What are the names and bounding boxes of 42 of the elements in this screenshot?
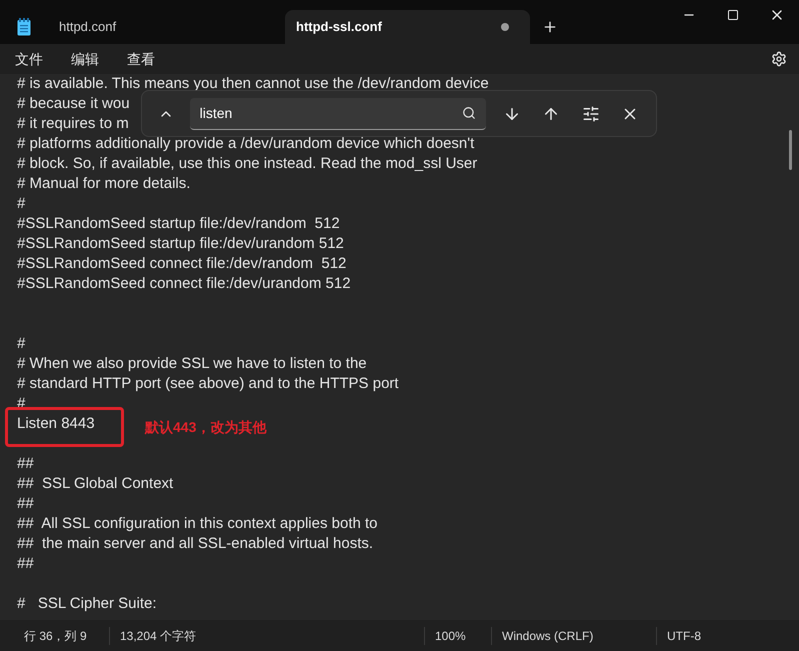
code-line: # bbox=[17, 335, 26, 352]
scrollbar-thumb[interactable] bbox=[789, 130, 792, 170]
code-line: ## SSL Global Context bbox=[17, 475, 174, 492]
code-line: # When we also provide SSL we have to listen to the bbox=[17, 355, 367, 372]
code-line: # bbox=[17, 195, 26, 212]
status-text: Windows (CRLF) bbox=[502, 628, 594, 644]
find-field[interactable]: listen bbox=[200, 102, 462, 124]
code-line: # SSL Cipher Suite: bbox=[17, 595, 157, 612]
code-line: #SSLRandomSeed connect file:/dev/random 512 bbox=[17, 255, 346, 272]
code-line: ## bbox=[17, 455, 34, 472]
file-tab[interactable]: httpd.conf bbox=[48, 10, 285, 44]
code-line: Listen 8443 bbox=[17, 415, 95, 432]
code-line: #SSLRandomSeed connect file:/dev/urandom 512 bbox=[17, 275, 351, 292]
sliders-icon bbox=[582, 104, 600, 122]
maximize-icon bbox=[727, 9, 739, 21]
code-line: # standard HTTP port (see above) and to the HTTPS port bbox=[17, 375, 399, 392]
code-line: #SSLRandomSeed startup file:/dev/urandom 512 bbox=[17, 235, 344, 252]
settings-icon bbox=[771, 51, 787, 67]
menu-item[interactable]: 查看 bbox=[117, 46, 165, 72]
status-text: 13,204 个字符 bbox=[120, 628, 196, 644]
status-text: UTF-8 bbox=[667, 628, 701, 644]
code-line: ## the main server and all SSL-enabled virtual hosts. bbox=[17, 535, 374, 552]
find-field[interactable]: listen bbox=[190, 98, 486, 130]
menu-item[interactable]: 编辑 bbox=[61, 46, 109, 72]
menu-item[interactable]: 文件 bbox=[5, 46, 53, 72]
notepad-icon bbox=[17, 18, 31, 36]
code-line: # platforms additionally provide a /dev/urandom device which doesn't bbox=[17, 135, 474, 152]
status-text: 100% bbox=[435, 628, 466, 644]
code-line: ## bbox=[17, 555, 34, 572]
annotation-note: 默认443，改为其他 bbox=[145, 418, 266, 437]
search-icon bbox=[462, 106, 476, 120]
code-line: ## All SSL configuration in this context applies both to bbox=[17, 515, 378, 532]
code-line: # Manual for more details. bbox=[17, 175, 190, 192]
code-line: # it requires to m bbox=[17, 115, 129, 132]
code-line: # is available. This means you then cannot use the /dev/random device bbox=[17, 75, 489, 92]
status-text: 行 36，列 9 bbox=[24, 628, 87, 644]
code-line: # because it wou bbox=[17, 95, 130, 112]
plus-icon bbox=[542, 19, 558, 35]
code-line: #SSLRandomSeed startup file:/dev/random 512 bbox=[17, 215, 340, 232]
file-tab[interactable]: httpd-ssl.conf bbox=[285, 10, 530, 44]
code-line: ## bbox=[17, 495, 34, 512]
code-line: # block. So, if available, use this one instead. Read the mod_ssl User bbox=[17, 155, 478, 172]
